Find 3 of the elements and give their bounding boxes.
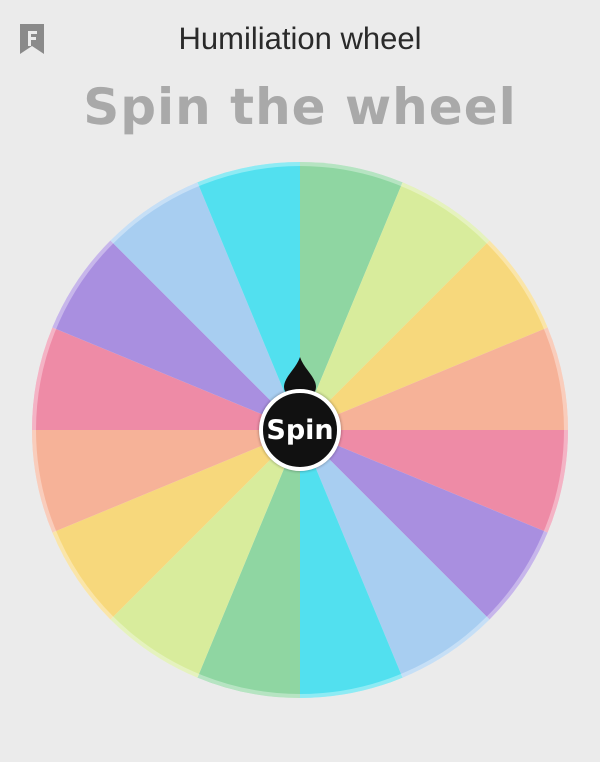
bookmark-icon[interactable] — [18, 22, 46, 56]
window-title: Humiliation wheel — [178, 21, 422, 57]
heading: Spin the wheel — [82, 78, 518, 136]
